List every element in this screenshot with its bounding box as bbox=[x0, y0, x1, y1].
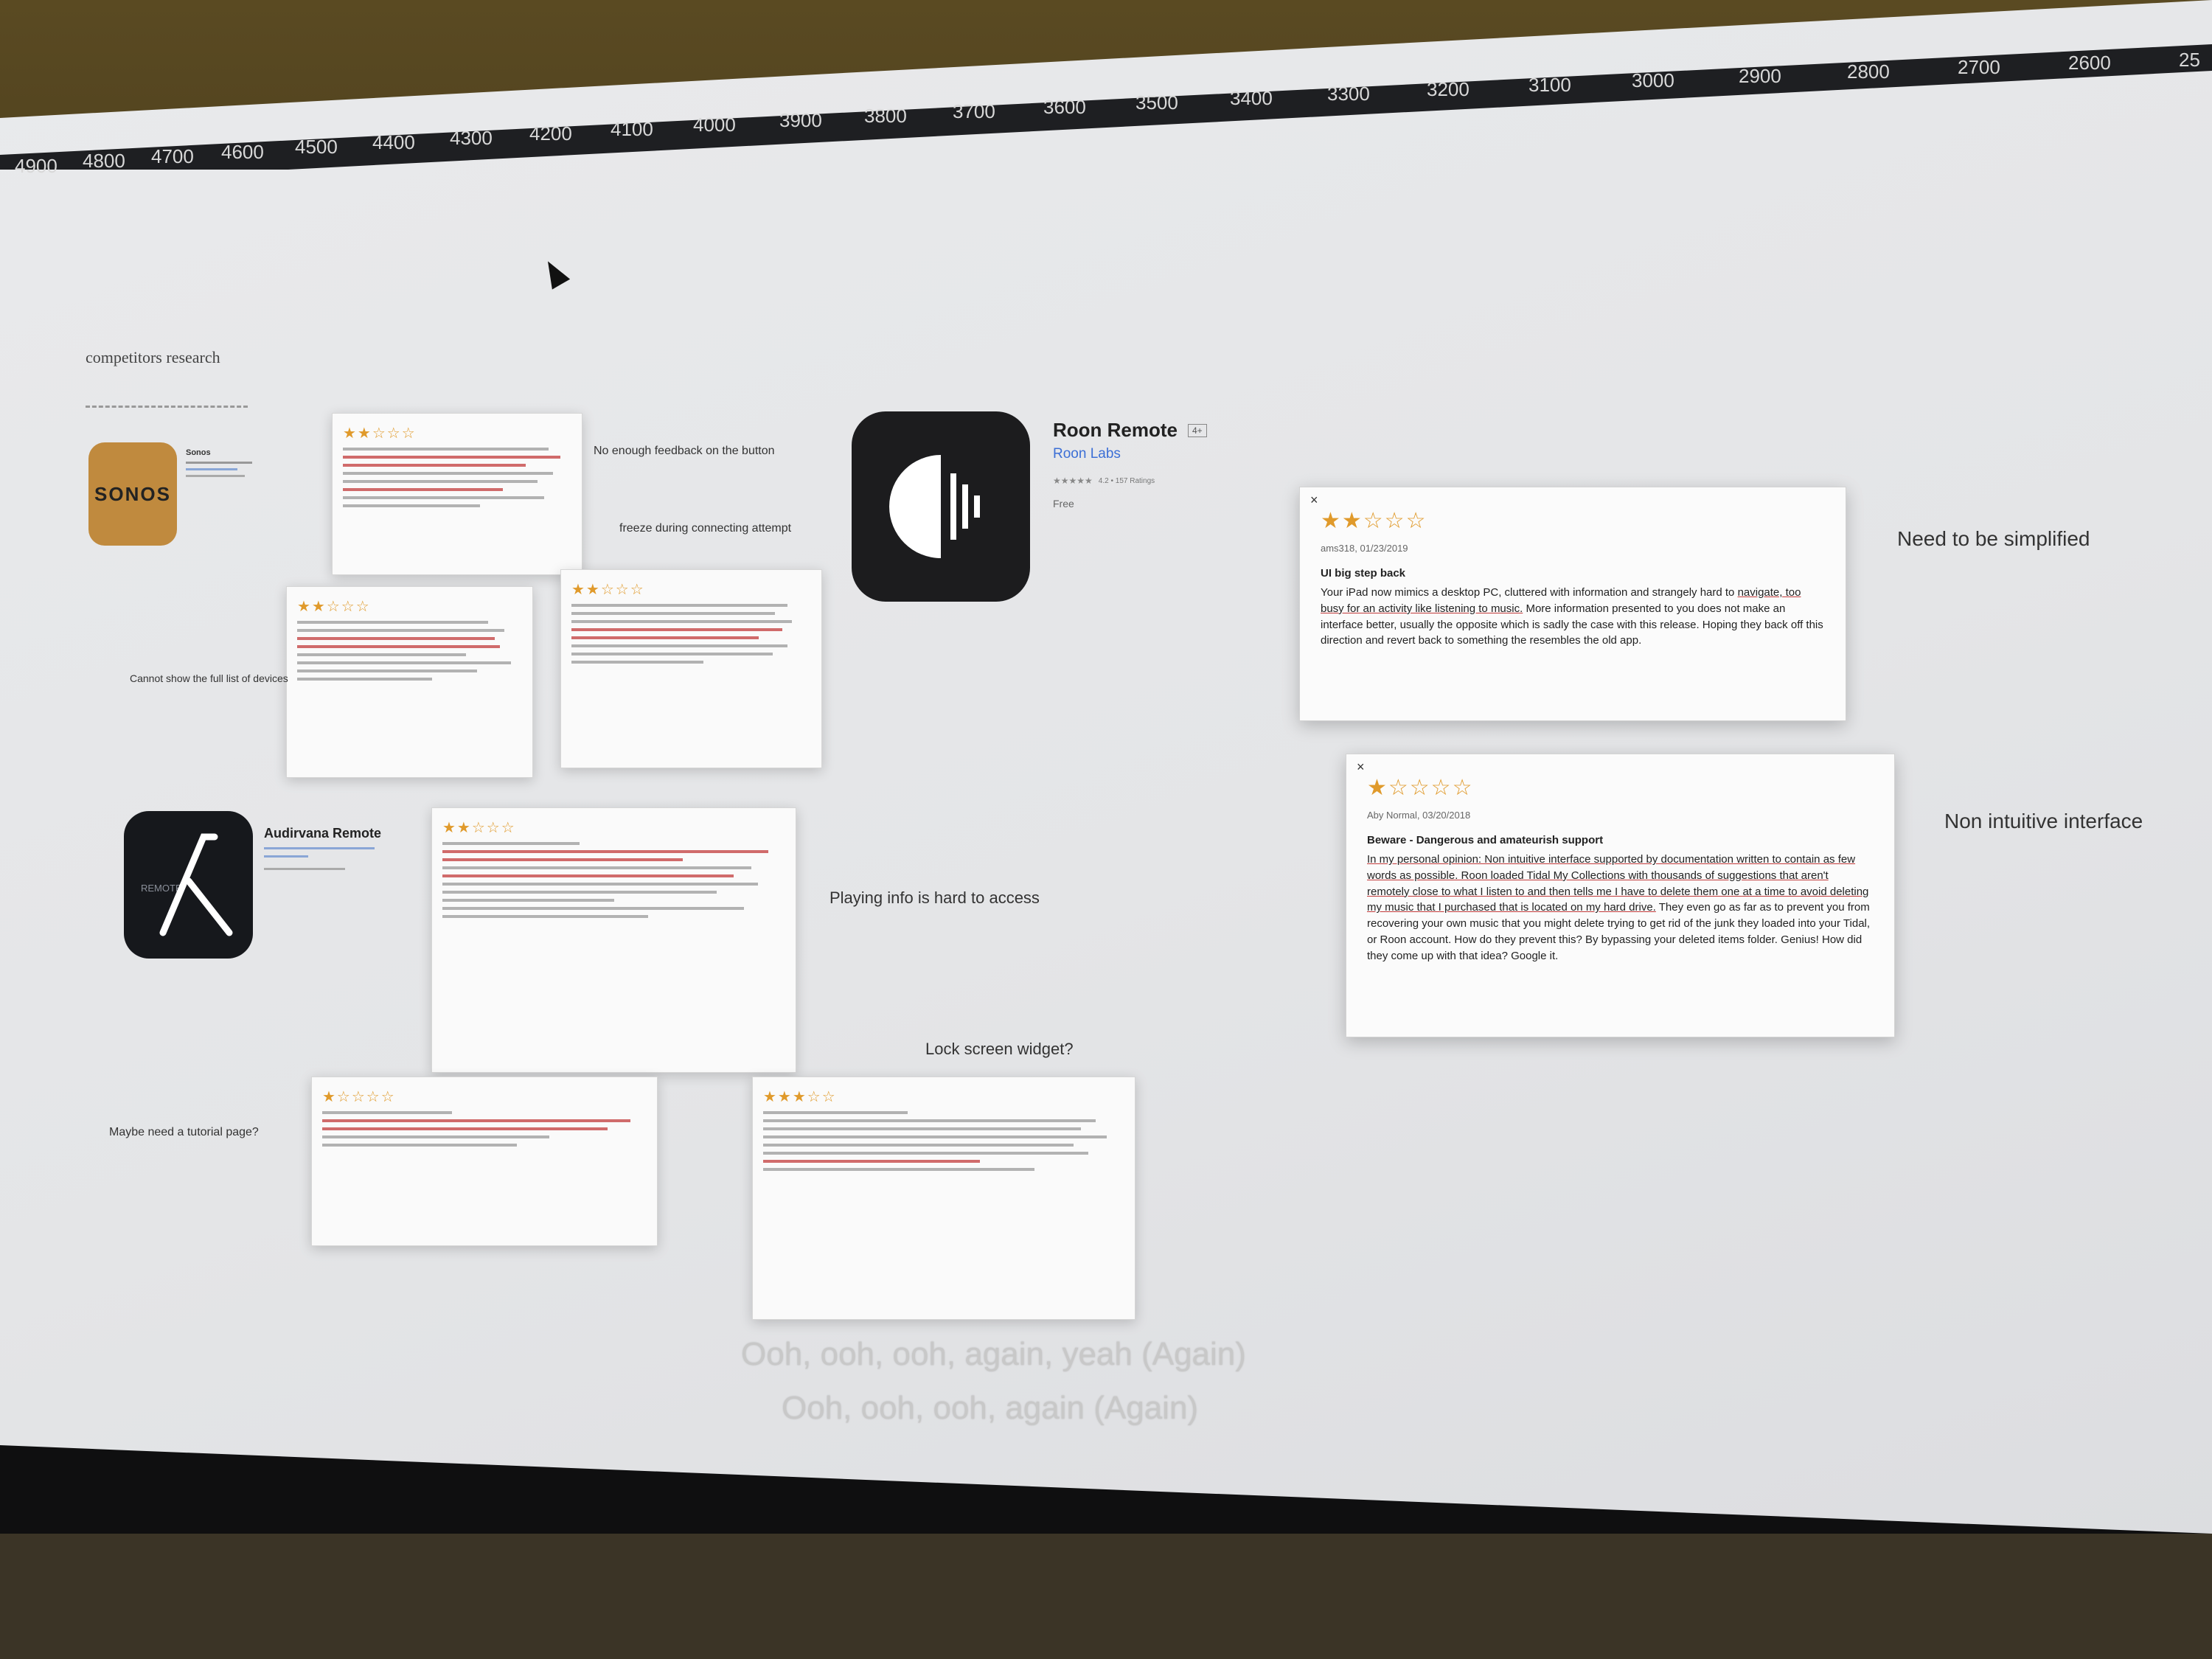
review-stars: ★★☆☆☆ bbox=[1321, 509, 1427, 533]
ruler-label: 3000 bbox=[1632, 69, 1674, 91]
ruler-label: 2800 bbox=[1847, 60, 1890, 83]
sonos-review-thumb-3[interactable]: ★★☆☆☆ bbox=[560, 569, 822, 768]
audirvana-review-thumb-1[interactable]: ★★☆☆☆ bbox=[431, 807, 796, 1073]
roon-rating-text: 4.2 • 157 Ratings bbox=[1098, 476, 1155, 485]
ruler-label: 3200 bbox=[1427, 78, 1470, 100]
note-roon-simplified: Need to be simplified bbox=[1897, 527, 2090, 550]
review-title: Beware - Dangerous and amateurish suppor… bbox=[1367, 834, 1604, 847]
section-title: competitors research bbox=[86, 348, 220, 366]
ruler-label: 3800 bbox=[864, 105, 907, 127]
ruler-label: 3300 bbox=[1327, 83, 1370, 105]
ruler-label: 2600 bbox=[2068, 52, 2111, 74]
ruler-label: 2700 bbox=[1958, 56, 2000, 78]
audirvana-app-name: Audirvana Remote bbox=[264, 826, 382, 841]
section-divider bbox=[86, 406, 248, 408]
audirvana-app-meta: Audirvana Remote bbox=[264, 826, 381, 880]
desk-surface bbox=[0, 1534, 2212, 1659]
sonos-logo: SONOS bbox=[94, 482, 171, 505]
ruler-label: 4300 bbox=[450, 127, 493, 149]
sonos-app-meta: Sonos bbox=[186, 448, 252, 481]
roon-logo-icon bbox=[889, 455, 980, 558]
roon-age-badge: 4+ bbox=[1188, 423, 1207, 437]
roon-rating-stars: ★★★★★ bbox=[1053, 476, 1093, 486]
sonos-app-icon[interactable]: SONOS bbox=[88, 442, 177, 546]
roon-app-name: Roon Remote bbox=[1053, 419, 1178, 441]
ruler-label: 4400 bbox=[372, 131, 415, 153]
ruler-label: 4000 bbox=[693, 114, 736, 136]
subtitle-line-2: Ooh, ooh, ooh, again (Again) bbox=[782, 1390, 1199, 1426]
audirvana-icon-text: REMOTE bbox=[141, 883, 182, 894]
roon-review-card-1[interactable]: × ★★☆☆☆ ams318, 01/23/2019 UI big step b… bbox=[1299, 487, 1846, 721]
sonos-review-thumb-1[interactable]: ★★☆☆☆ bbox=[332, 413, 582, 575]
review-meta: ams318, 01/23/2019 bbox=[1321, 542, 1408, 554]
audirvana-logo-icon: REMOTE bbox=[141, 833, 232, 936]
review-body: Your iPad now mimics a desktop PC, clutt… bbox=[1321, 586, 1823, 647]
note-sonos-devices: Cannot show the full list of devices bbox=[130, 672, 288, 684]
note-audirvana-playing: Playing info is hard to access bbox=[830, 888, 1040, 907]
ruler-label: 4900 bbox=[15, 155, 58, 177]
close-icon[interactable]: × bbox=[1357, 757, 1365, 776]
ruler-label: 4500 bbox=[295, 136, 338, 158]
ruler-label: 3600 bbox=[1043, 96, 1086, 118]
ruler-label: 4600 bbox=[221, 141, 264, 163]
photo-background: 4900 4800 4700 4600 4500 4400 4300 4200 … bbox=[0, 0, 2212, 1659]
review-body: In my personal opinion: Non intuitive in… bbox=[1367, 853, 1871, 962]
roon-app-icon[interactable] bbox=[852, 411, 1030, 602]
ruler-label: 2900 bbox=[1739, 65, 1781, 87]
ruler-labels: 4900 4800 4700 4600 4500 4400 4300 4200 … bbox=[0, 0, 2212, 192]
ruler-label: 3100 bbox=[1528, 74, 1571, 96]
review-meta: Aby Normal, 03/20/2018 bbox=[1367, 809, 1471, 821]
subtitle-line-1: Ooh, ooh, ooh, again, yeah (Again) bbox=[741, 1336, 1246, 1372]
ruler-label: 3900 bbox=[779, 109, 822, 131]
roon-app-meta: Roon Remote 4+ Roon Labs ★★★★★ 4.2 • 157… bbox=[1053, 419, 1207, 509]
ruler-label: 3500 bbox=[1135, 91, 1178, 114]
ruler-label: 25 bbox=[2179, 49, 2200, 71]
roon-review-card-2[interactable]: × ★☆☆☆☆ Aby Normal, 03/20/2018 Beware - … bbox=[1346, 754, 1895, 1037]
note-sonos-feedback: No enough feedback on the button bbox=[594, 445, 775, 457]
note-sonos-freeze: freeze during connecting attempt bbox=[619, 522, 792, 535]
audirvana-review-thumb-2[interactable]: ★☆☆☆☆ bbox=[311, 1077, 658, 1246]
ruler-label: 4700 bbox=[151, 145, 194, 167]
review-stars: ★☆☆☆☆ bbox=[1367, 776, 1474, 800]
note-audirvana-widget: Lock screen widget? bbox=[925, 1040, 1074, 1058]
ruler-label: 3700 bbox=[953, 100, 995, 122]
roon-price: Free bbox=[1053, 498, 1074, 509]
audirvana-app-icon[interactable]: REMOTE bbox=[124, 811, 253, 959]
ruler-label: 4200 bbox=[529, 122, 572, 145]
note-audirvana-tutorial: Maybe need a tutorial page? bbox=[109, 1126, 259, 1138]
roon-developer-link[interactable]: Roon Labs bbox=[1053, 446, 1207, 462]
note-roon-intuitive: Non intuitive interface bbox=[1944, 810, 2143, 832]
close-icon[interactable]: × bbox=[1310, 490, 1318, 509]
sonos-app-name: Sonos bbox=[186, 448, 211, 457]
sonos-review-thumb-2[interactable]: ★★☆☆☆ bbox=[286, 586, 533, 778]
ruler-label: 3400 bbox=[1230, 87, 1273, 109]
review-title: UI big step back bbox=[1321, 567, 1406, 580]
ruler-label: 4100 bbox=[611, 118, 653, 140]
audirvana-review-thumb-3[interactable]: ★★★☆☆ bbox=[752, 1077, 1135, 1320]
ruler-label: 4800 bbox=[83, 150, 125, 172]
